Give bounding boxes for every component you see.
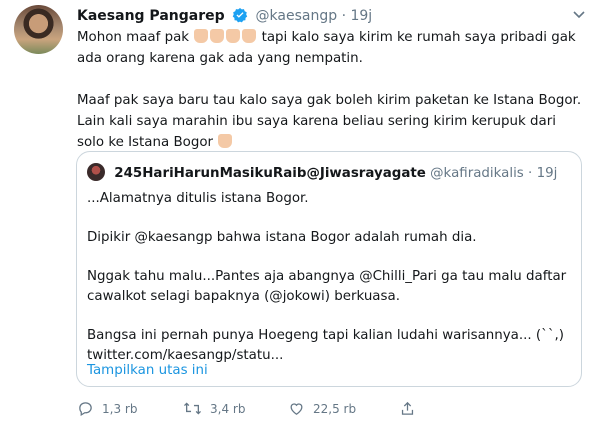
folded-hands-emoji-icon: [242, 29, 257, 43]
quoted-tweet-header: 245HariHarunMasikuRaib@Jiwasrayagate @ka…: [87, 163, 557, 183]
quoted-line: Dipikir @kaesangp bahwa istana Bogor ada…: [87, 230, 477, 245]
tweet-paragraph-2: Maaf pak saya baru tau kalo saya gak bol…: [77, 90, 587, 153]
folded-hands-emoji-icon: [194, 29, 209, 43]
quoted-author-handle: @kafiradikalis: [430, 166, 524, 181]
share-icon: [399, 400, 416, 417]
separator-dot: ·: [341, 8, 347, 24]
folded-hands-emoji-icon: [210, 29, 225, 43]
retweet-button[interactable]: 3,4 rb: [183, 400, 245, 417]
heart-icon: [288, 400, 305, 417]
quoted-separator-dot: ·: [528, 166, 533, 181]
quoted-line-text: Bangsa ini pernah punya Hoegeng tapi kal…: [87, 328, 565, 343]
author-avatar[interactable]: [14, 5, 63, 54]
quoted-status-link[interactable]: twitter.com/kaesangp/statu...: [87, 348, 283, 363]
quoted-author-avatar: [87, 163, 105, 181]
reply-icon: [77, 400, 94, 417]
tweet-text: Mohon maaf pak tapi kalo saya kirim ke r…: [77, 27, 587, 153]
quoted-author-name: 245HariHarunMasikuRaib@Jiwasrayagate: [114, 166, 426, 181]
verified-badge-icon: [232, 7, 248, 29]
quoted-tweet-timestamp: 19j: [536, 166, 558, 181]
retweet-count: 3,4 rb: [210, 401, 246, 416]
quoted-tweet-text: ...Alamatnya ditulis istana Bogor. Dipik…: [87, 189, 573, 366]
tweet-text-part-3: Maaf pak saya baru tau kalo saya gak bol…: [77, 93, 582, 150]
folded-hands-emoji-icon: [226, 29, 241, 43]
retweet-icon: [183, 400, 202, 417]
tweet-timestamp[interactable]: 19j: [350, 8, 372, 24]
author-name[interactable]: Kaesang Pangarep: [77, 8, 225, 24]
reply-button[interactable]: 1,3 rb: [77, 400, 137, 417]
tweet-menu-chevron-down-icon[interactable]: [573, 8, 585, 22]
folded-hands-emoji-icon: [218, 134, 233, 148]
like-button[interactable]: 22,5 rb: [288, 400, 356, 417]
reply-count: 1,3 rb: [102, 401, 138, 416]
quoted-tweet-card[interactable]: 245HariHarunMasikuRaib@Jiwasrayagate @ka…: [76, 151, 582, 387]
tweet-paragraph-1: Mohon maaf pak tapi kalo saya kirim ke r…: [77, 27, 587, 69]
quoted-line: Nggak tahu malu...Pantes aja abangnya @C…: [87, 269, 567, 304]
tweet-header: Kaesang Pangarep @kaesangp · 19j: [77, 6, 372, 29]
quoted-line: Bangsa ini pernah punya Hoegeng tapi kal…: [87, 326, 573, 366]
show-thread-link[interactable]: Tampilkan utas ini: [87, 363, 208, 378]
like-count: 22,5 rb: [313, 401, 357, 416]
share-button[interactable]: [399, 400, 416, 417]
quoted-line: ...Alamatnya ditulis istana Bogor.: [87, 191, 309, 206]
tweet-text-part-1: Mohon maaf pak: [77, 30, 190, 45]
author-handle[interactable]: @kaesangp: [256, 8, 338, 24]
